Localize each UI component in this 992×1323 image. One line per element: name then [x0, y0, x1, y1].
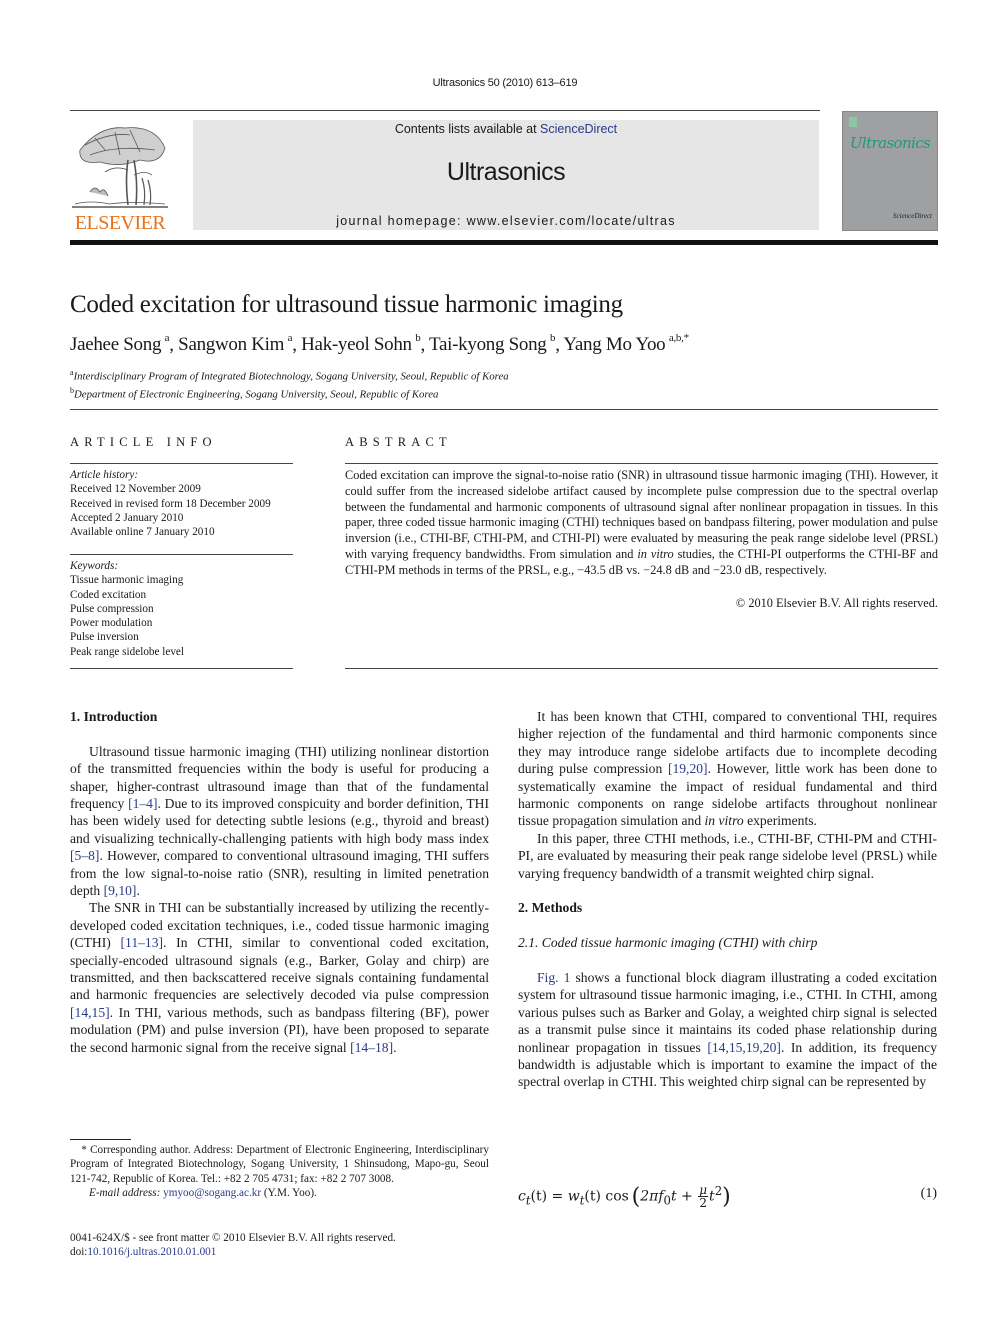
divider — [70, 463, 293, 464]
abstract-heading: ABSTRACT — [345, 435, 452, 449]
text-run: In this paper, three CTHI methods, i.e.,… — [518, 830, 937, 881]
contents-prefix: Contents lists available at — [394, 122, 541, 136]
keywords: Keywords: Tissue harmonic imaging Coded … — [70, 559, 310, 659]
sciencedirect-link[interactable]: ScienceDirect — [540, 122, 617, 136]
header-rule — [70, 110, 820, 111]
cover-footer: ScienceDirect — [893, 212, 932, 220]
footnote-text: * Corresponding author. Address: Departm… — [70, 1144, 489, 1185]
journal-reference: Ultrasonics 50 (2010) 613–619 — [432, 77, 578, 89]
issn-line: 0041-624X/$ - see front matter © 2010 El… — [70, 1232, 396, 1244]
article-history: Article history: Received 12 November 20… — [70, 468, 310, 539]
author-list: Jaehee Song a, Sangwon Kim a, Hak-yeol S… — [70, 332, 689, 356]
subsection-heading: 2.1. Coded tissue harmonic imaging (CTHI… — [518, 935, 818, 951]
divider — [345, 463, 938, 464]
cover-title: Ultrasonics — [849, 134, 931, 152]
citation-link[interactable]: [5–8] — [70, 848, 99, 863]
citation-link[interactable]: [14,15] — [70, 1005, 110, 1020]
footnote-rule — [70, 1139, 131, 1140]
text-run: . — [393, 1039, 397, 1055]
section-heading-introduction: 1. Introduction — [70, 709, 158, 724]
citation-link[interactable]: [14,15,19,20] — [707, 1040, 781, 1055]
text-run: experiments. — [743, 813, 817, 829]
elsevier-wordmark: ELSEVIER — [74, 212, 166, 234]
history-item: Accepted 2 January 2010 — [70, 511, 184, 524]
keyword: Pulse inversion — [70, 631, 139, 644]
italic-text: in vitro — [704, 813, 744, 829]
citation-link[interactable]: [1–4] — [128, 796, 157, 811]
equation-1: ct(t) = wt(t) cos (2πf0t + μ 2 t2) (1) — [518, 1178, 937, 1214]
author[interactable]: Tai-kyong Song b — [429, 332, 555, 355]
journal-header-box: Contents lists available at ScienceDirec… — [193, 120, 819, 230]
keyword: Tissue harmonic imaging — [70, 574, 184, 587]
title-block-rule — [70, 409, 938, 410]
affiliations: aInterdisciplinary Program of Integrated… — [70, 366, 509, 402]
front-matter: 0041-624X/$ - see front matter © 2010 El… — [70, 1231, 396, 1260]
citation-link[interactable]: [14–18] — [350, 1040, 393, 1055]
elsevier-tree-icon — [72, 127, 168, 208]
paper-title: Coded excitation for ultrasound tissue h… — [70, 291, 623, 318]
citation-link[interactable]: [11–13] — [121, 935, 164, 950]
section-heading-methods: 2. Methods — [518, 900, 583, 916]
homepage-prefix: journal homepage: — [336, 214, 467, 228]
homepage-link[interactable]: www.elsevier.com/locate/ultras — [467, 214, 676, 228]
keyword: Power modulation — [70, 617, 153, 630]
elsevier-logo[interactable]: ELSEVIER — [70, 120, 170, 234]
keywords-label: Keywords: — [70, 560, 119, 572]
body-column-left: 1. Introduction Ultrasound tissue harmon… — [70, 708, 489, 1056]
divider — [70, 668, 293, 669]
contents-line: Contents lists available at ScienceDirec… — [193, 122, 819, 136]
text-run: . In THI, var­ious methods, such as band… — [70, 1004, 489, 1055]
equation-fraction: μ2 — [698, 1183, 709, 1211]
cover-logo-icon — [849, 117, 857, 127]
paragraph: It has been known that CTHI, compared to… — [518, 708, 937, 830]
doi-line: doi:10.1016/j.ultras.2010.01.001 — [70, 1246, 217, 1259]
author[interactable]: Sangwon Kim a — [178, 332, 292, 355]
author-corresponding[interactable]: Yang Mo Yoo a,b,* — [563, 332, 689, 355]
email-line: E-mail address: ymyoo@sogang.ac.kr (Y.M.… — [89, 1186, 317, 1199]
header-thick-rule — [70, 240, 938, 245]
paragraph: Fig. 1 shows a functional block diagram … — [518, 969, 937, 1091]
journal-cover-thumbnail[interactable]: Ultrasonics ScienceDirect — [842, 111, 938, 231]
divider — [345, 668, 938, 669]
history-label: Article history: — [70, 469, 139, 481]
paragraph: The SNR in THI can be substantially incr… — [70, 899, 489, 1056]
keyword: Coded excitation — [70, 588, 147, 601]
equation-body: ct(t) = wt(t) cos (2πf0t + μ 2 t2) — [518, 1183, 731, 1211]
corresponding-author-footnote: * Corresponding author. Address: Departm… — [70, 1143, 489, 1200]
journal-title: Ultrasonics — [446, 158, 566, 186]
divider — [70, 554, 293, 555]
journal-homepage: journal homepage: www.elsevier.com/locat… — [193, 214, 819, 228]
history-item: Received in revised form 18 December 200… — [70, 497, 271, 510]
keyword: Pulse compression — [70, 602, 154, 615]
article-info-heading: ARTICLE INFO — [70, 435, 217, 449]
text-run: . — [136, 883, 140, 899]
paragraph: Ultrasound tissue harmonic imaging (THI)… — [70, 743, 489, 900]
citation-link[interactable]: [19,20] — [668, 761, 708, 776]
abstract-copyright: © 2010 Elsevier B.V. All rights reserved… — [735, 596, 938, 610]
history-item: Received 12 November 2009 — [70, 483, 201, 496]
author[interactable]: Jaehee Song a — [70, 332, 170, 355]
affiliation: aInterdisciplinary Program of Integrated… — [70, 368, 509, 383]
equation-number: (1) — [920, 1186, 937, 1201]
body-column-right: It has been known that CTHI, compared to… — [518, 708, 937, 1091]
author[interactable]: Hak-yeol Sohn b — [301, 332, 421, 355]
email-link[interactable]: ymyoo@sogang.ac.kr — [163, 1187, 261, 1199]
history-item: Available online 7 January 2010 — [70, 526, 215, 539]
abstract-text: Coded excitation can improve the signal-… — [345, 468, 938, 577]
affiliation: bDepartment of Electronic Engineering, S… — [70, 386, 439, 401]
keyword: Peak range sidelobe level — [70, 645, 185, 658]
doi-link[interactable]: 10.1016/j.ultras.2010.01.001 — [87, 1246, 216, 1258]
paragraph: In this paper, three CTHI methods, i.e.,… — [518, 830, 937, 882]
citation-link[interactable]: Fig. 1 — [537, 970, 570, 985]
citation-link[interactable]: [9,10] — [104, 883, 137, 898]
